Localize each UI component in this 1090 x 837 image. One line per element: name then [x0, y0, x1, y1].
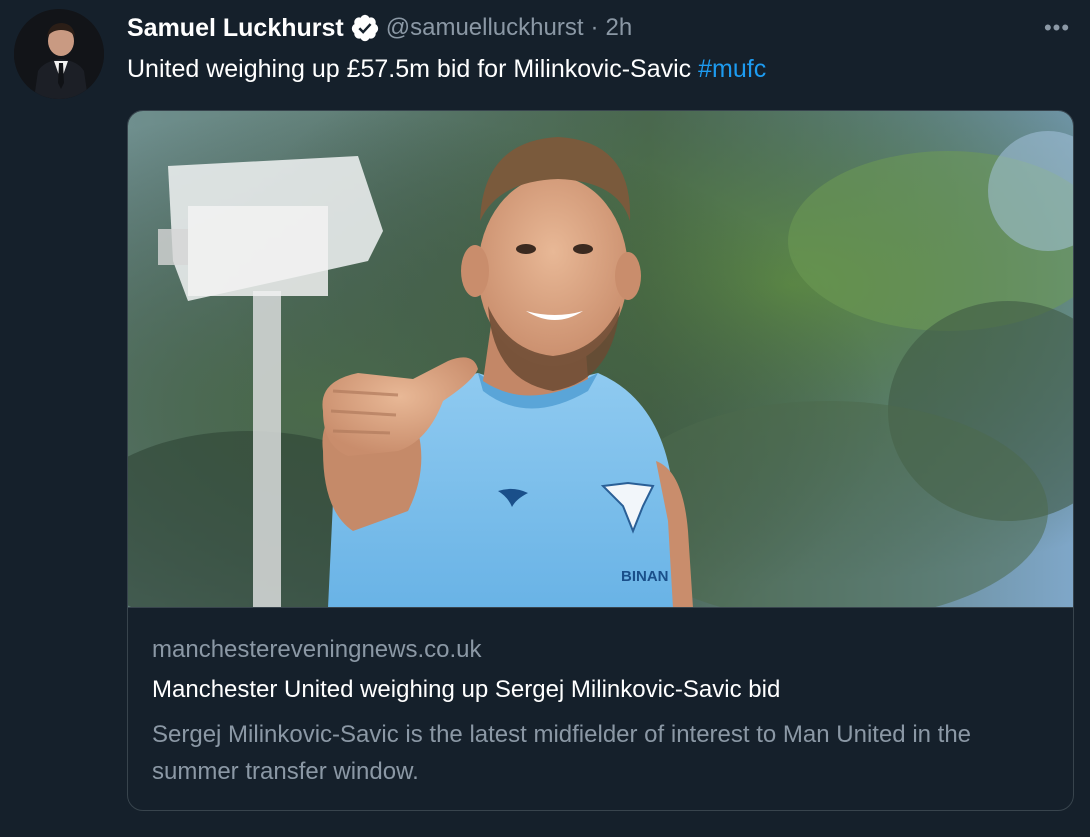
tweet-header: Samuel Luckhurst @samuelluckhurst · 2h — [127, 12, 632, 44]
author-name[interactable]: Samuel Luckhurst — [127, 14, 344, 43]
author-handle[interactable]: @samuelluckhurst — [386, 14, 584, 42]
tweet-text: United weighing up £57.5m bid for Milink… — [127, 54, 766, 84]
hashtag-link[interactable]: #mufc — [698, 55, 766, 83]
verified-badge-icon — [350, 13, 380, 43]
more-options-icon[interactable]: ••• — [1042, 14, 1072, 42]
card-description: Sergej Milinkovic-Savic is the latest mi… — [152, 721, 972, 785]
tweet-body: United weighing up £57.5m bid for Milink… — [127, 55, 692, 83]
card-domain: manchestereveningnews.co.uk — [152, 636, 482, 663]
tweet-timestamp[interactable]: 2h — [606, 14, 633, 42]
author-avatar[interactable] — [14, 9, 104, 99]
link-preview-card[interactable]: BINAN manchestereveningnews.co.uk Manche… — [127, 110, 1074, 811]
card-image[interactable]: BINAN — [128, 111, 1073, 608]
card-title[interactable]: Manchester United weighing up Sergej Mil… — [152, 676, 780, 704]
shirt-sponsor-text: BINAN — [621, 568, 669, 585]
meta-separator: · — [590, 14, 599, 41]
